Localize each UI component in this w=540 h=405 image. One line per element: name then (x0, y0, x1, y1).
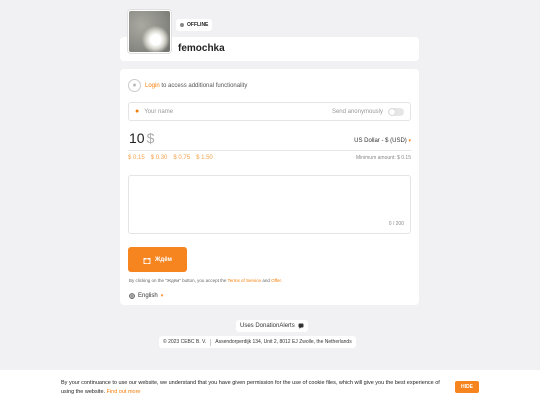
username: femochka (178, 43, 225, 54)
footer-legal: © 2023 CEBC B. V. Assendorperdijk 134, U… (159, 336, 356, 348)
chat-icon (298, 323, 304, 329)
hide-button[interactable]: HIDE (455, 381, 479, 393)
gift-icon (143, 257, 151, 264)
uses-donationalerts[interactable]: Uses DonationAlerts (236, 320, 308, 332)
minimum-amount: Minimum amount: $ 0.15 (355, 155, 411, 161)
footer-divider (210, 338, 212, 346)
globe-icon (129, 293, 135, 299)
terms-link[interactable]: Terms of Service (228, 278, 262, 283)
anonymous-toggle[interactable] (388, 107, 404, 116)
currency-select-label[interactable]: US Dollar - $ (USD) (354, 138, 407, 144)
language-select[interactable]: English ▾ (129, 293, 163, 299)
amount-divider (128, 150, 411, 151)
preset-amount[interactable]: $ 1.50 (196, 155, 213, 161)
cookie-banner: By your continuance to use our website, … (0, 370, 540, 405)
send-button-label[interactable]: Ждём (155, 257, 172, 263)
send-button[interactable]: Ждём (128, 247, 187, 272)
offer-link[interactable]: Offer. (271, 278, 282, 283)
uses-label[interactable]: Uses DonationAlerts (240, 323, 295, 329)
chevron-down-icon: ▾ (160, 293, 164, 299)
login-row: ● Login to access additional functionali… (128, 79, 247, 92)
login-link[interactable]: Login (145, 83, 160, 89)
copyright: © 2023 CEBC B. V. (163, 339, 207, 345)
name-placeholder[interactable]: Your name (144, 109, 173, 115)
anonymous-label: Send anonymously (331, 108, 383, 115)
currency-select[interactable]: US Dollar - $ (USD) ▾ (354, 138, 411, 144)
name-field[interactable]: ● Your name Send anonymously (128, 102, 411, 121)
cookie-text-block: By your continuance to use our website, … (61, 379, 451, 397)
terms-and: and (262, 278, 270, 283)
message-textarea[interactable]: 0 / 200 (128, 175, 411, 234)
amount-presets: $ 0.15 $ 0.30 $ 0.75 $ 1.50 (128, 155, 213, 161)
preset-amount[interactable]: $ 0.75 (173, 155, 190, 161)
login-hint: to access additional functionality (161, 82, 248, 89)
avatar (128, 10, 171, 53)
status-dot-icon (180, 23, 184, 27)
amount-value[interactable]: 10 (129, 130, 145, 146)
currency-symbol: $ (146, 130, 155, 146)
status-badge: OFFLINE (176, 19, 213, 31)
status-label: OFFLINE (187, 22, 209, 28)
user-icon: ● (128, 79, 141, 92)
chevron-down-icon: ▾ (408, 138, 411, 144)
terms-prefix: By clicking on the "Ждём" button, you ac… (129, 278, 227, 283)
char-count: 0 / 200 (388, 221, 404, 227)
terms-notice: By clicking on the "Ждём" button, you ac… (129, 278, 282, 283)
preset-amount[interactable]: $ 0.15 (128, 155, 145, 161)
person-icon: ● (135, 108, 140, 115)
address: Assendorperdijk 134, Unit 2, 8012 EJ Zwo… (215, 339, 352, 345)
amount-input[interactable]: 10 $ (129, 130, 154, 146)
language-label[interactable]: English (138, 293, 158, 299)
cookie-find-out-link[interactable]: Find out more (107, 389, 141, 395)
preset-amount[interactable]: $ 0.30 (151, 155, 168, 161)
